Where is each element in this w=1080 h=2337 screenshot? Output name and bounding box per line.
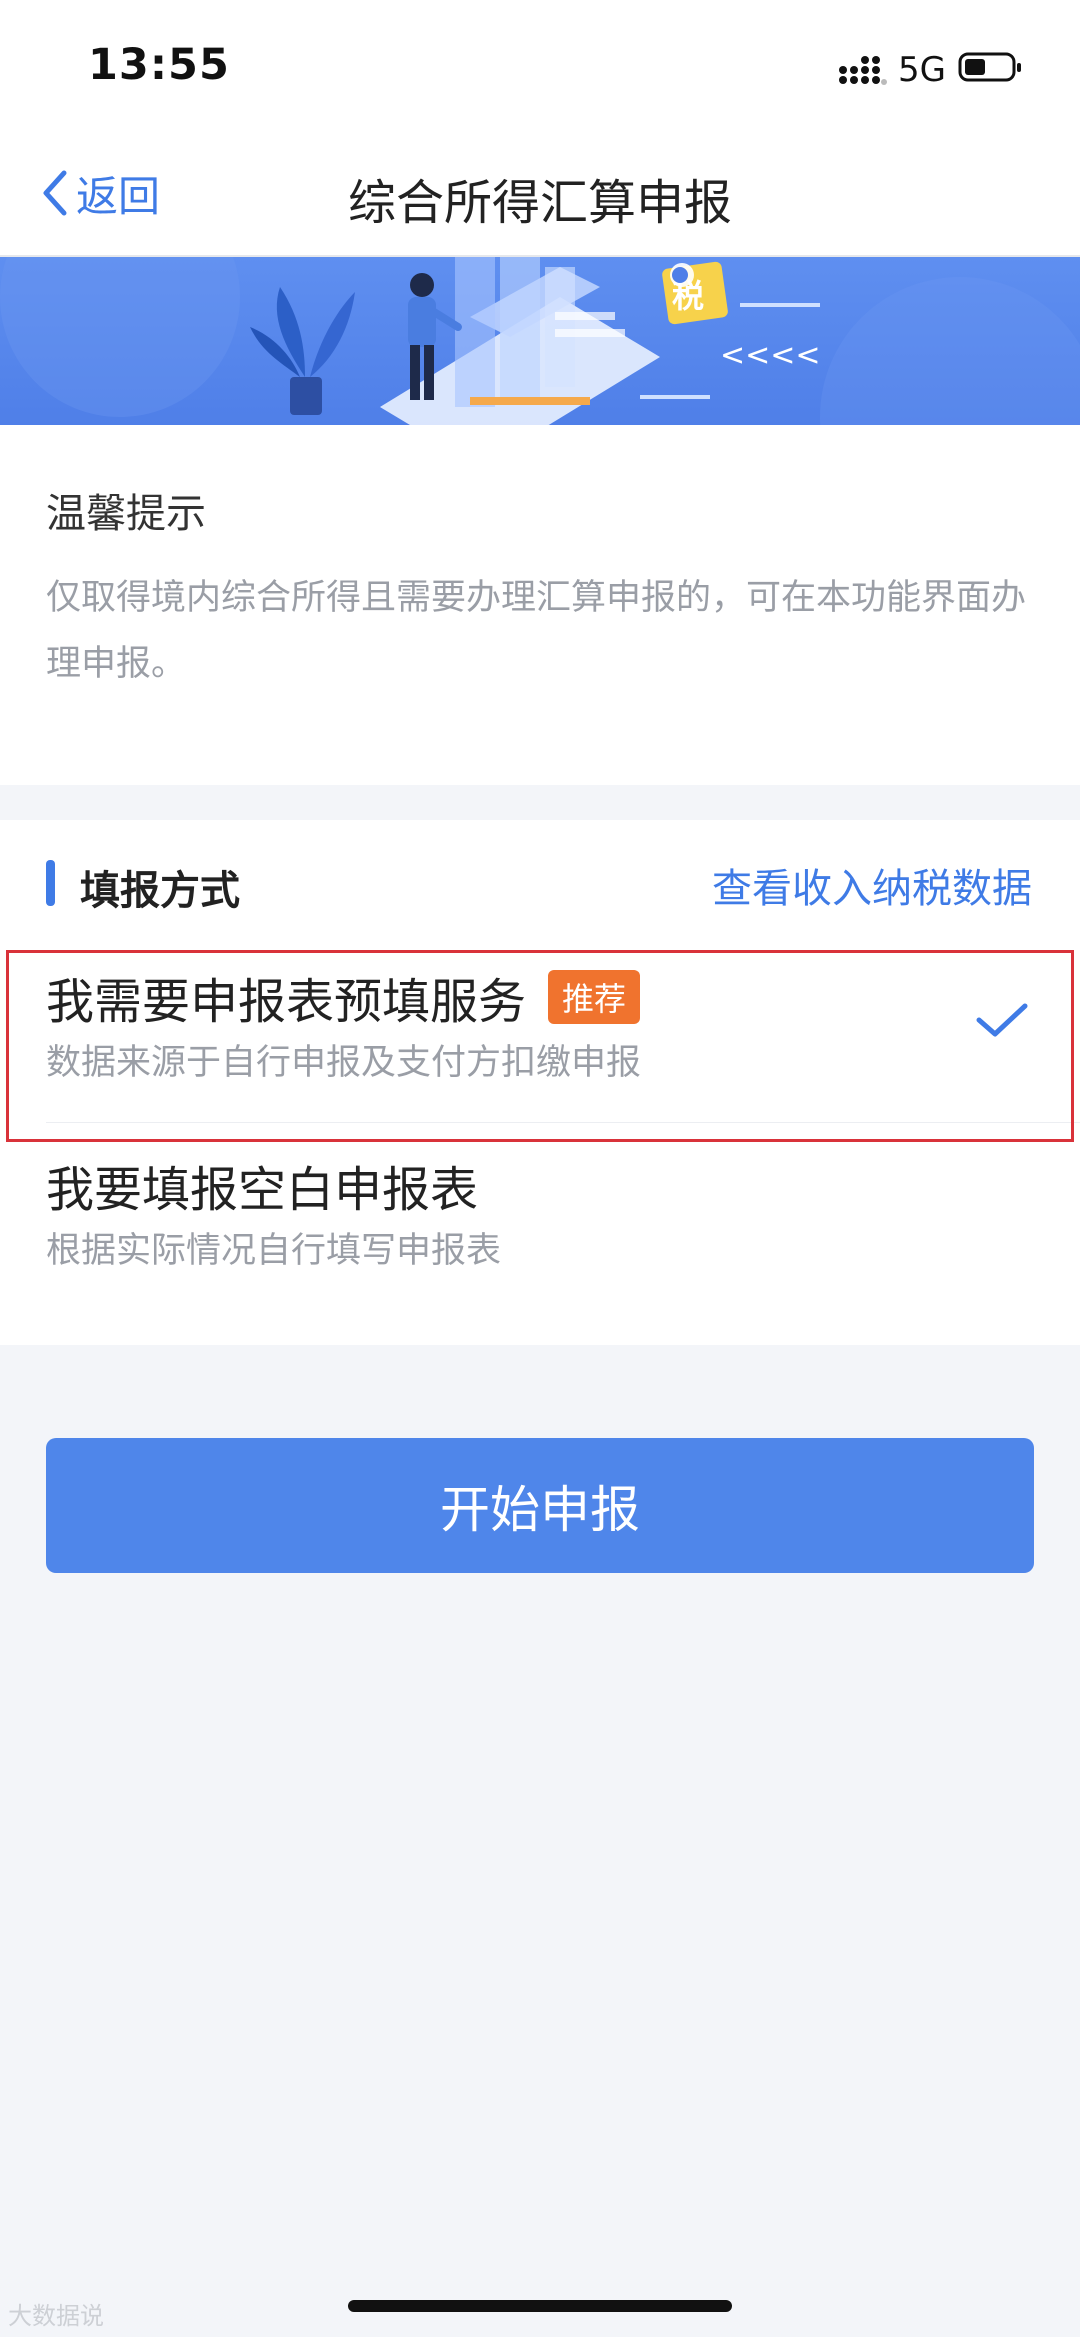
section-marker [46, 860, 55, 906]
network-label: 5G [898, 50, 946, 90]
status-bar: 13:55 5G [0, 0, 1080, 135]
status-time: 13:55 [88, 40, 230, 90]
tip-card: 温馨提示 仅取得境内综合所得且需要办理汇算申报的，可在本功能界面办理申报。 [0, 425, 1080, 785]
plant-icon [250, 287, 355, 415]
nav-bar: 返回 综合所得汇算申报 [0, 135, 1080, 257]
banner-illustration: 税 <<<< [0, 257, 1080, 425]
home-indicator[interactable] [348, 2300, 732, 2312]
banner: 税 <<<< [0, 257, 1080, 425]
selection-highlight-box [6, 950, 1074, 1142]
signal-icon [839, 56, 887, 85]
option-desc: 根据实际情况自行填写申报表 [46, 1231, 502, 1271]
arrows-decoration: <<<< [720, 338, 821, 373]
watermark: 大数据说 [8, 2302, 104, 2330]
page-title: 综合所得汇算申报 [347, 175, 732, 231]
battery-icon [958, 52, 1021, 82]
option-title-text: 我要填报空白申报表 [46, 1162, 479, 1218]
tax-card-icon: 税 [662, 261, 728, 325]
tip-text: 仅取得境内综合所得且需要办理汇算申报的，可在本功能界面办理申报。 [46, 578, 1027, 684]
option-blank-form[interactable]: 我要填报空白申报表 根据实际情况自行填写申报表 [0, 1140, 1080, 1290]
section-title: 填报方式 [80, 868, 240, 914]
view-income-tax-data-link[interactable]: 查看收入纳税数据 [712, 856, 1032, 914]
tip-title: 温馨提示 [46, 491, 206, 537]
option-title: 我要填报空白申报表 [46, 1150, 478, 1220]
start-filing-button[interactable]: 开始申报 [46, 1438, 1034, 1573]
